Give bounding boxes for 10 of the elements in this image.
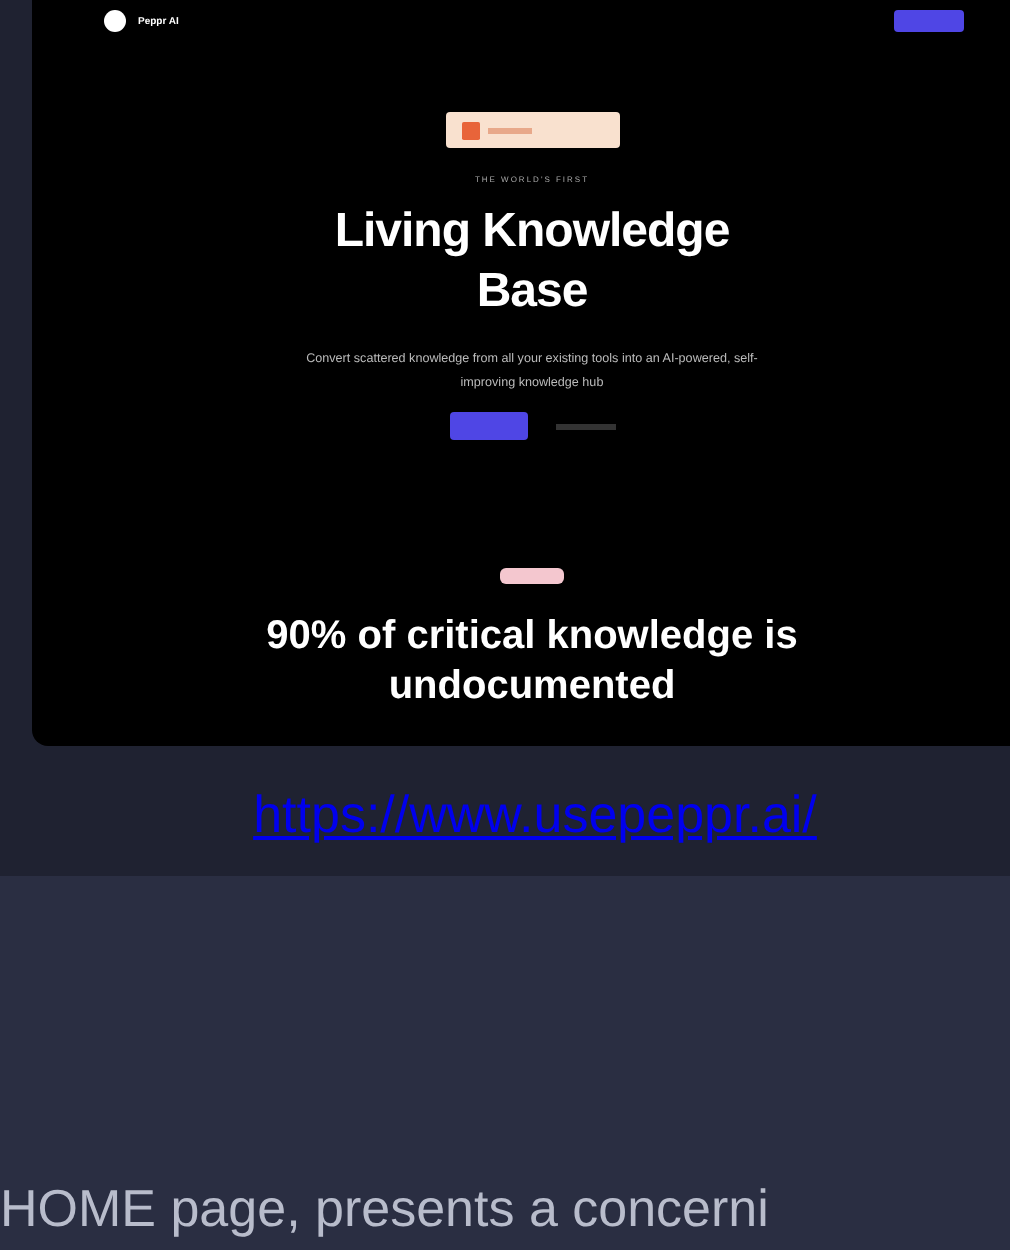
- secondary-button[interactable]: [555, 423, 615, 429]
- hero-title: Living Knowledge Base: [332, 202, 732, 322]
- badge-logo-icon: [461, 121, 479, 139]
- primary-button[interactable]: [449, 412, 527, 440]
- section-tag: [500, 568, 564, 584]
- nav-button[interactable]: [894, 10, 964, 32]
- body-text: HOME page, presents a concerni: [0, 1178, 771, 1238]
- section-heading: 90% of critical knowledge is undocumented: [264, 612, 800, 712]
- website-link[interactable]: https://www.usepeppr.ai/: [253, 784, 817, 846]
- logo-icon: [104, 10, 126, 32]
